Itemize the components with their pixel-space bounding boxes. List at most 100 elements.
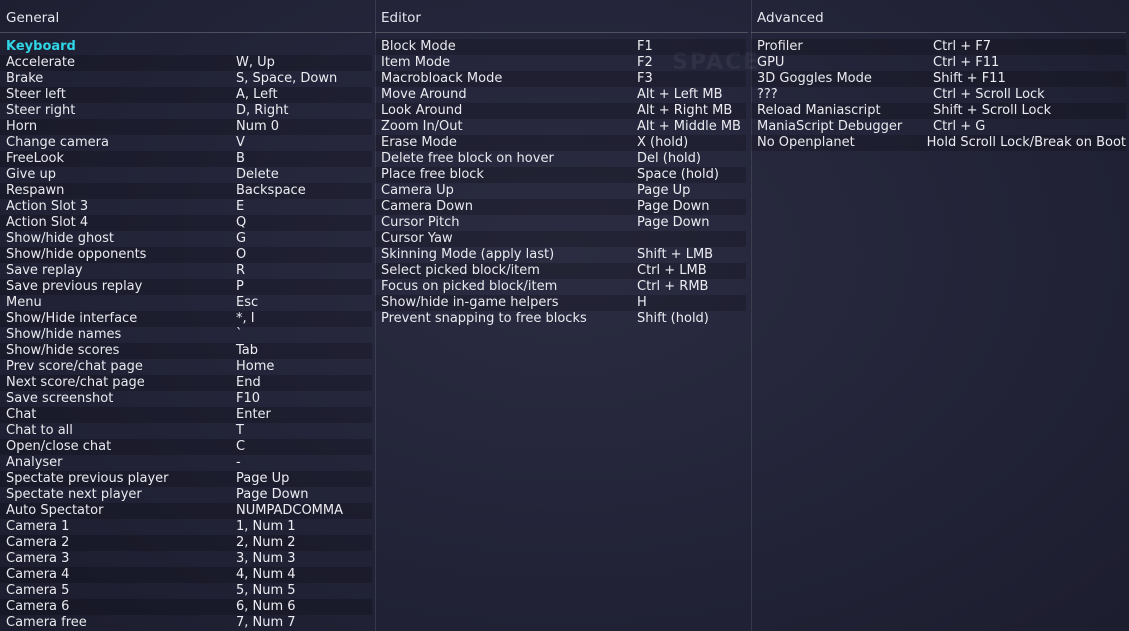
shortcut-row: Cursor Pitch Page Down [375, 215, 746, 231]
shortcut-action-label: 3D Goggles Mode [757, 71, 872, 86]
shortcut-action-label: Place free block [381, 167, 484, 182]
shortcut-action-label: Camera free [6, 615, 87, 630]
shortcut-row: Save previous replay P [0, 279, 372, 295]
editor-shortcut-list: Block Mode F1 Item Mode F2 Macrobloack Mode F… [375, 39, 751, 327]
shortcut-action-label: Zoom In/Out [381, 119, 463, 134]
shortcut-action-label: Camera 3 [6, 551, 70, 566]
shortcut-action-label: Show/hide names [6, 327, 122, 342]
shortcut-row: Delete free block on hover Del (hold) [375, 151, 746, 167]
shortcut-row: Show/hide opponents O [0, 247, 372, 263]
shortcut-key-binding: 1, Num 1 [236, 519, 296, 534]
shortcut-key-binding: End [236, 375, 261, 390]
shortcut-row: Erase Mode X (hold) [375, 135, 746, 151]
shortcut-key-binding: R [236, 263, 246, 278]
shortcut-action-label: Profiler [757, 39, 803, 54]
shortcut-key-binding: Page Down [637, 215, 710, 230]
shortcut-row: ??? Ctrl + Scroll Lock [751, 87, 1126, 103]
shortcut-action-label: Skinning Mode (apply last) [381, 247, 555, 262]
shortcut-action-label: ManiaScript Debugger [757, 119, 903, 134]
shortcut-row: Camera 1 1, Num 1 [0, 519, 372, 535]
shortcut-key-binding: Ctrl + LMB [637, 263, 707, 278]
shortcut-action-label: Spectate previous player [6, 471, 169, 486]
shortcut-row: Show/hide scores Tab [0, 343, 372, 359]
shortcut-key-binding: G [236, 231, 247, 246]
shortcut-key-binding: Ctrl + Scroll Lock [933, 87, 1045, 102]
shortcut-key-binding: S, Space, Down [236, 71, 338, 86]
shortcut-row: ManiaScript Debugger Ctrl + G [751, 119, 1126, 135]
shortcut-row: Look Around Alt + Right MB [375, 103, 746, 119]
shortcut-action-label: Show/hide in-game helpers [381, 295, 559, 310]
shortcut-row: Move Around Alt + Left MB [375, 87, 746, 103]
shortcut-row: Change camera V [0, 135, 372, 151]
shortcut-row: Camera 6 6, Num 6 [0, 599, 372, 615]
shortcut-key-binding: Ctrl + F11 [933, 55, 1000, 70]
shortcut-key-binding: Space (hold) [637, 167, 719, 182]
shortcut-action-label: Steer left [6, 87, 66, 102]
shortcut-row: Item Mode F2 [375, 55, 746, 71]
shortcut-row: Auto Spectator NUMPADCOMMA [0, 503, 372, 519]
shortcut-row: Spectate next player Page Down [0, 487, 372, 503]
shortcut-row: Menu Esc [0, 295, 372, 311]
shortcut-key-binding: T [236, 423, 244, 438]
shortcut-action-label: Accelerate [6, 55, 75, 70]
shortcut-action-label: Save screenshot [6, 391, 114, 406]
shortcut-row: Select picked block/item Ctrl + LMB [375, 263, 746, 279]
shortcut-row: Camera 3 3, Num 3 [0, 551, 372, 567]
shortcut-row: Respawn Backspace [0, 183, 372, 199]
general-rows: Keyboard Accelerate W, Up Brake S, Space, D… [0, 33, 375, 631]
shortcut-action-label: Reload Maniascript [757, 103, 881, 118]
shortcut-key-binding: Enter [236, 407, 271, 422]
shortcut-key-binding: Del (hold) [637, 151, 701, 166]
general-shortcut-list: Accelerate W, Up Brake S, Space, Down Steer … [0, 55, 375, 631]
shortcut-key-binding: Esc [236, 295, 259, 310]
shortcut-row: Cursor Yaw [375, 231, 746, 247]
keyboard-section-title: Keyboard [6, 39, 76, 54]
shortcut-key-binding: F3 [637, 71, 653, 86]
shortcut-row: Show/Hide interface *, I [0, 311, 372, 327]
general-header: General [0, 0, 372, 33]
shortcut-key-binding: W, Up [236, 55, 275, 70]
shortcut-key-binding: Alt + Middle MB [637, 119, 741, 134]
editor-header: Editor [375, 0, 748, 33]
shortcut-action-label: Next score/chat page [6, 375, 145, 390]
shortcut-action-label: Change camera [6, 135, 109, 150]
advanced-column: Advanced Profiler Ctrl + F7 GPU Ctrl + F11 3… [751, 0, 1129, 631]
shortcut-action-label: Brake [6, 71, 44, 86]
shortcut-key-binding: *, I [236, 311, 255, 326]
shortcut-row: Prevent snapping to free blocks Shift (ho… [375, 311, 746, 327]
shortcut-row: GPU Ctrl + F11 [751, 55, 1126, 71]
shortcut-key-binding: H [637, 295, 647, 310]
shortcut-key-binding: F10 [236, 391, 261, 406]
shortcut-key-binding: 7, Num 7 [236, 615, 296, 630]
shortcut-action-label: Spectate next player [6, 487, 142, 502]
shortcut-key-binding: Num 0 [236, 119, 280, 134]
shortcut-key-binding: NUMPADCOMMA [236, 503, 344, 518]
shortcut-row: Camera 5 5, Num 5 [0, 583, 372, 599]
shortcut-row: Profiler Ctrl + F7 [751, 39, 1126, 55]
shortcut-action-label: Show/hide scores [6, 343, 120, 358]
shortcut-action-label: Respawn [6, 183, 65, 198]
shortcut-row: Spectate previous player Page Up [0, 471, 372, 487]
shortcut-row: Show/hide names ` [0, 327, 372, 343]
shortcut-row: Save replay R [0, 263, 372, 279]
shortcut-row: Camera 2 2, Num 2 [0, 535, 372, 551]
shortcut-action-label: Cursor Yaw [381, 231, 453, 246]
shortcut-key-binding: Page Down [637, 199, 710, 214]
shortcut-key-binding: E [236, 199, 245, 214]
shortcut-action-label: Camera 2 [6, 535, 70, 550]
shortcut-action-label: Item Mode [381, 55, 451, 70]
shortcut-key-binding: O [236, 247, 247, 262]
shortcut-key-binding: Alt + Left MB [637, 87, 723, 102]
shortcut-key-binding: A, Left [236, 87, 278, 102]
shortcut-row: Show/hide ghost G [0, 231, 372, 247]
shortcut-key-binding: Hold Scroll Lock/Break on Boot [926, 135, 1126, 150]
shortcut-key-binding: 4, Num 4 [236, 567, 296, 582]
shortcut-action-label: GPU [757, 55, 785, 70]
shortcut-row: Show/hide in-game helpers H [375, 295, 746, 311]
shortcut-key-binding: C [236, 439, 246, 454]
shortcut-action-label: Camera Up [381, 183, 454, 198]
shortcut-action-label: Macrobloack Mode [381, 71, 503, 86]
shortcut-action-label: Move Around [381, 87, 467, 102]
shortcut-action-label: Prevent snapping to free blocks [381, 311, 587, 326]
shortcut-row: Accelerate W, Up [0, 55, 372, 71]
